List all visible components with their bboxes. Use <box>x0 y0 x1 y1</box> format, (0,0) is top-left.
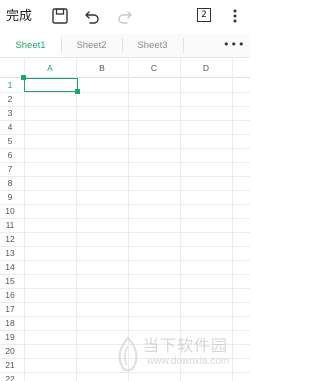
row-gridline <box>0 176 250 177</box>
row-gridline <box>0 92 250 93</box>
row-gridline <box>0 302 250 303</box>
sheet-tab-bar: Sheet1 Sheet2 Sheet3 ••• <box>0 34 250 58</box>
column-header-row: A B C D <box>0 58 250 78</box>
selection-handle-top-left[interactable] <box>21 75 26 80</box>
row-gridline <box>0 316 250 317</box>
watermark-title: 当下软件园 <box>143 336 229 355</box>
row-header[interactable]: 11 <box>0 218 20 232</box>
row-header[interactable]: 14 <box>0 260 20 274</box>
row-header[interactable]: 15 <box>0 274 20 288</box>
row-gridline <box>0 218 250 219</box>
column-header-a[interactable]: A <box>24 58 76 78</box>
row-gridline <box>0 246 250 247</box>
save-icon[interactable] <box>51 7 69 25</box>
selected-cell[interactable] <box>24 78 78 92</box>
row-header[interactable]: 9 <box>0 190 20 204</box>
row-header[interactable]: 20 <box>0 344 20 358</box>
row-header[interactable]: 7 <box>0 162 20 176</box>
row-header[interactable]: 10 <box>0 204 20 218</box>
row-header[interactable]: 19 <box>0 330 20 344</box>
row-header[interactable]: 4 <box>0 120 20 134</box>
sheet-more-button[interactable]: ••• <box>223 39 245 53</box>
row-gridline <box>0 288 250 289</box>
watermark-url: www.downxia.com <box>147 356 230 367</box>
row-gridline <box>0 274 250 275</box>
column-gridline <box>24 58 25 381</box>
row-header[interactable]: 3 <box>0 106 20 120</box>
row-header[interactable]: 6 <box>0 148 20 162</box>
tab-divider <box>183 38 184 53</box>
done-button[interactable]: 完成 <box>6 8 32 26</box>
tab-sheet2[interactable]: Sheet2 <box>61 34 122 57</box>
watermark-logo-icon <box>118 336 138 372</box>
row-gridline <box>0 204 250 205</box>
undo-icon[interactable] <box>83 7 101 25</box>
tab-sheet3[interactable]: Sheet3 <box>122 34 183 57</box>
toolbar: 完成 2 <box>0 0 250 34</box>
row-gridline <box>0 106 250 107</box>
row-gridline <box>0 190 250 191</box>
tab-sheet1[interactable]: Sheet1 <box>0 34 61 57</box>
row-header[interactable]: 16 <box>0 288 20 302</box>
row-header[interactable]: 22 <box>0 372 20 381</box>
row-header[interactable]: 8 <box>0 176 20 190</box>
sheet-count-button[interactable]: 2 <box>197 8 211 22</box>
watermark: 当下软件园 www.downxia.com <box>115 330 247 378</box>
row-gridline <box>0 162 250 163</box>
column-header-c[interactable]: C <box>128 58 180 78</box>
column-header-d[interactable]: D <box>180 58 232 78</box>
row-header[interactable]: 5 <box>0 134 20 148</box>
row-gridline <box>0 148 250 149</box>
row-gridline <box>0 134 250 135</box>
row-header[interactable]: 2 <box>0 92 20 106</box>
more-vertical-icon[interactable] <box>227 6 243 26</box>
row-header[interactable]: 17 <box>0 302 20 316</box>
redo-icon[interactable] <box>116 7 134 25</box>
row-header[interactable]: 1 <box>0 78 20 92</box>
column-gridline <box>76 58 77 381</box>
row-header[interactable]: 18 <box>0 316 20 330</box>
row-gridline <box>0 260 250 261</box>
selection-handle-bottom-right[interactable] <box>75 89 80 94</box>
row-header[interactable]: 13 <box>0 246 20 260</box>
row-header[interactable]: 12 <box>0 232 20 246</box>
row-header[interactable]: 21 <box>0 358 20 372</box>
column-header-b[interactable]: B <box>76 58 128 78</box>
row-gridline <box>0 120 250 121</box>
row-gridline <box>0 232 250 233</box>
